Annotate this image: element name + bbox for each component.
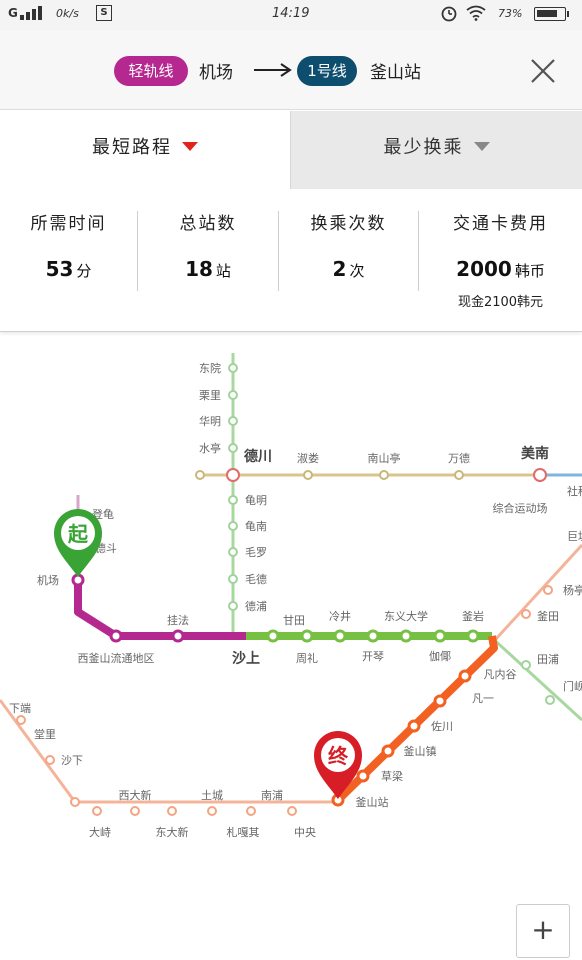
route-tabs: 最短路程 最少换乘 — [0, 111, 582, 189]
station-label: 佐川 — [431, 719, 453, 733]
caret-down-icon — [182, 141, 198, 151]
station-label: 釜山站 — [356, 795, 389, 809]
alarm-icon — [441, 6, 457, 22]
sim-icon: S — [96, 5, 112, 21]
station-label: 综合运动场 — [493, 501, 548, 515]
station-label: 沙上 — [232, 651, 260, 667]
route-header: 轻轨线 机场 1号线 釜山站 — [0, 30, 582, 110]
station-label: 伽倻 — [429, 649, 451, 663]
dechuan-interchange — [226, 468, 240, 482]
signal-strength-icon — [20, 6, 42, 20]
tab-label: 最少换乘 — [383, 137, 464, 158]
network-type: G — [8, 6, 18, 20]
clock: 14:19 — [272, 6, 310, 21]
meinan-interchange — [533, 468, 547, 482]
stat-label: 换乘次数 — [310, 214, 387, 234]
wifi-icon — [466, 5, 486, 21]
station-label: 南山亭 — [368, 451, 401, 465]
battery-percent: 73% — [498, 7, 523, 20]
subway-map-canvas[interactable]: 东院 栗里 华明 水亭 淑娄 南山亭 万德 社稷 综合运动场 巨堤 登龟 德斗 … — [0, 333, 582, 960]
station-label: 东义大学 — [384, 609, 428, 623]
battery-icon — [534, 7, 569, 21]
arrow-right-icon — [254, 63, 292, 77]
stat-label: 交通卡费用 — [453, 214, 548, 234]
station-label: 德川 — [244, 448, 272, 465]
station-label: 华明 — [199, 414, 221, 428]
station-label: 甘田 — [283, 614, 305, 627]
route-stats: 所需时间 53 分 总站数 18 站 换乘次数 2次 交通卡费用 2000 韩币 现金… — [0, 189, 582, 332]
line1-lower — [0, 699, 338, 804]
station-label: 龟南 — [245, 520, 267, 533]
tab-fewest-transfers[interactable]: 最少换乘 — [290, 111, 582, 189]
station-label: 釜田 — [537, 609, 559, 623]
station-label: 万德 — [448, 451, 470, 465]
from-line-badge: 轻轨线 — [114, 56, 188, 86]
zoom-in-button[interactable]: + — [516, 904, 570, 958]
station-label: 冷井 — [329, 609, 351, 623]
stat-label: 总站数 — [179, 214, 237, 234]
station-label: 淑娄 — [297, 452, 319, 465]
station-label: 草梁 — [381, 769, 403, 783]
station-label: 西大新 — [119, 788, 152, 802]
station-label: 东院 — [199, 361, 221, 375]
station-label: 门岘 — [563, 679, 582, 693]
station-label: 龟明 — [245, 494, 267, 507]
station-label: 大峙 — [89, 825, 111, 839]
station-label: 田浦 — [537, 653, 559, 666]
route-light-rail — [74, 580, 246, 640]
station-label: 开琴 — [362, 650, 384, 663]
status-bar: G 0k/s S 14:19 73% — [0, 0, 582, 30]
station-label: 杨亭 — [563, 583, 582, 597]
station-label: 毛罗 — [245, 546, 267, 559]
station-label: 栗里 — [199, 389, 221, 402]
station-label: 水亭 — [199, 441, 221, 455]
stat-value: 2次 — [332, 257, 365, 281]
station-label: 沙下 — [61, 754, 83, 767]
stat-stations: 总站数 18 站 — [138, 189, 278, 332]
to-station: 釜山站 — [370, 63, 421, 83]
stat-cash-fare: 现金2100韩元 — [457, 295, 544, 310]
station-label: 凡内谷 — [484, 667, 517, 681]
from-station: 机场 — [199, 63, 233, 83]
station-label: 西釜山流通地区 — [78, 651, 155, 665]
stat-value: 53 分 — [45, 257, 92, 281]
station-label: 巨堤 — [567, 530, 582, 543]
station-labels: 东院 栗里 华明 水亭 淑娄 南山亭 万德 社稷 综合运动场 巨堤 登龟 德斗 … — [9, 361, 582, 839]
station-label: 土城 — [201, 789, 223, 802]
start-marker[interactable]: 起 — [54, 509, 102, 577]
end-marker-label: 终 — [328, 744, 349, 768]
station-label: 东大新 — [156, 825, 189, 839]
stat-value: 2000 韩币 — [456, 257, 545, 281]
route-light-rail-dots — [71, 573, 185, 643]
start-marker-label: 起 — [67, 522, 89, 546]
station-label: 釜岩 — [462, 609, 484, 623]
caret-down-icon — [473, 141, 490, 151]
station-label: 凡一 — [472, 692, 494, 705]
station-label: 札嘎其 — [227, 826, 260, 839]
station-label: 机场 — [37, 573, 59, 587]
to-line-badge: 1号线 — [297, 56, 357, 86]
stat-value: 18 站 — [185, 257, 231, 281]
station-label: 德浦 — [245, 599, 267, 613]
station-label: 挂法 — [167, 613, 189, 627]
station-label: 堂里 — [34, 728, 56, 741]
stat-fare: 交通卡费用 2000 韩币 现金2100韩元 — [419, 189, 582, 332]
station-label: 周礼 — [296, 651, 318, 665]
tab-shortest-route[interactable]: 最短路程 — [0, 111, 290, 189]
stat-transfers: 换乘次数 2次 — [279, 189, 418, 332]
station-label: 毛德 — [245, 572, 267, 586]
station-label: 下端 — [9, 702, 31, 715]
stat-time: 所需时间 53 分 — [0, 189, 137, 332]
close-icon[interactable] — [528, 56, 558, 86]
station-label: 南浦 — [261, 789, 283, 802]
station-label: 社稷 — [567, 484, 582, 498]
station-label: 中央 — [294, 826, 316, 839]
tab-label: 最短路程 — [92, 137, 172, 158]
station-label: 釜山镇 — [404, 744, 437, 758]
network-speed: 0k/s — [56, 7, 79, 20]
station-label: 美南 — [521, 445, 549, 462]
stat-label: 所需时间 — [30, 214, 107, 234]
subway-map[interactable]: 东院 栗里 华明 水亭 淑娄 南山亭 万德 社稷 综合运动场 巨堤 登龟 德斗 … — [0, 333, 582, 960]
line2-station-dots — [228, 363, 555, 705]
